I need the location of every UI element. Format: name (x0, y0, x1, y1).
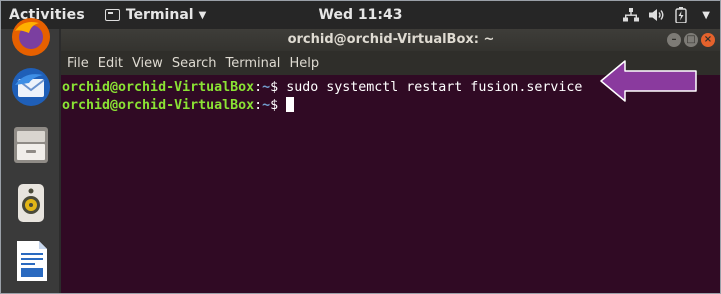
command-text: sudo systemctl restart fusion.service (286, 80, 583, 95)
window-title: orchid@orchid-VirtualBox: ~ (287, 32, 495, 47)
writer-icon[interactable] (9, 239, 53, 283)
prompt-user-host: orchid@orchid-VirtualBox (62, 80, 255, 95)
close-icon: × (703, 34, 713, 45)
screen: Activities Terminal ▼ Wed 11:43 ▼ orchid… (0, 0, 721, 294)
terminal-icon (104, 9, 120, 21)
top-bar: Activities Terminal ▼ Wed 11:43 ▼ (1, 1, 720, 29)
text-cursor (286, 97, 295, 112)
close-button[interactable]: × (701, 33, 715, 47)
prompt-separator: : (254, 80, 263, 95)
prompt-separator: : (254, 98, 263, 113)
minimize-icon: – (671, 34, 677, 45)
window-titlebar[interactable]: orchid@orchid-VirtualBox: ~ – □ × (61, 29, 720, 51)
app-menu[interactable]: Terminal ▼ (104, 7, 207, 23)
prompt-symbol: $ (270, 98, 287, 113)
prompt-user-host: orchid@orchid-VirtualBox (62, 98, 255, 113)
maximize-icon: □ (686, 34, 696, 45)
annotation-arrow-icon (600, 60, 697, 102)
firefox-icon[interactable] (9, 15, 53, 59)
menu-search[interactable]: Search (172, 56, 217, 71)
app-menu-label: Terminal (125, 7, 194, 23)
volume-icon (649, 9, 664, 21)
dock (1, 18, 59, 293)
maximize-button[interactable]: □ (684, 33, 698, 47)
menu-terminal[interactable]: Terminal (225, 56, 280, 71)
thunderbird-icon[interactable] (9, 65, 53, 109)
system-menu-caret-icon: ▼ (702, 9, 710, 21)
prompt-path: ~ (262, 80, 271, 95)
battery-icon (675, 7, 687, 23)
files-icon[interactable] (9, 123, 53, 167)
menu-file[interactable]: File (67, 56, 89, 71)
menu-edit[interactable]: Edit (98, 56, 123, 71)
prompt-symbol: $ (270, 80, 287, 95)
menu-help[interactable]: Help (289, 56, 319, 71)
window-controls: – □ × (667, 33, 715, 47)
menu-view[interactable]: View (132, 56, 163, 71)
minimize-button[interactable]: – (667, 33, 681, 47)
status-area[interactable]: ▼ (623, 1, 710, 29)
caret-down-icon: ▼ (198, 9, 207, 21)
network-icon (623, 8, 640, 22)
prompt-path: ~ (262, 98, 271, 113)
rhythmbox-icon[interactable] (9, 181, 53, 225)
